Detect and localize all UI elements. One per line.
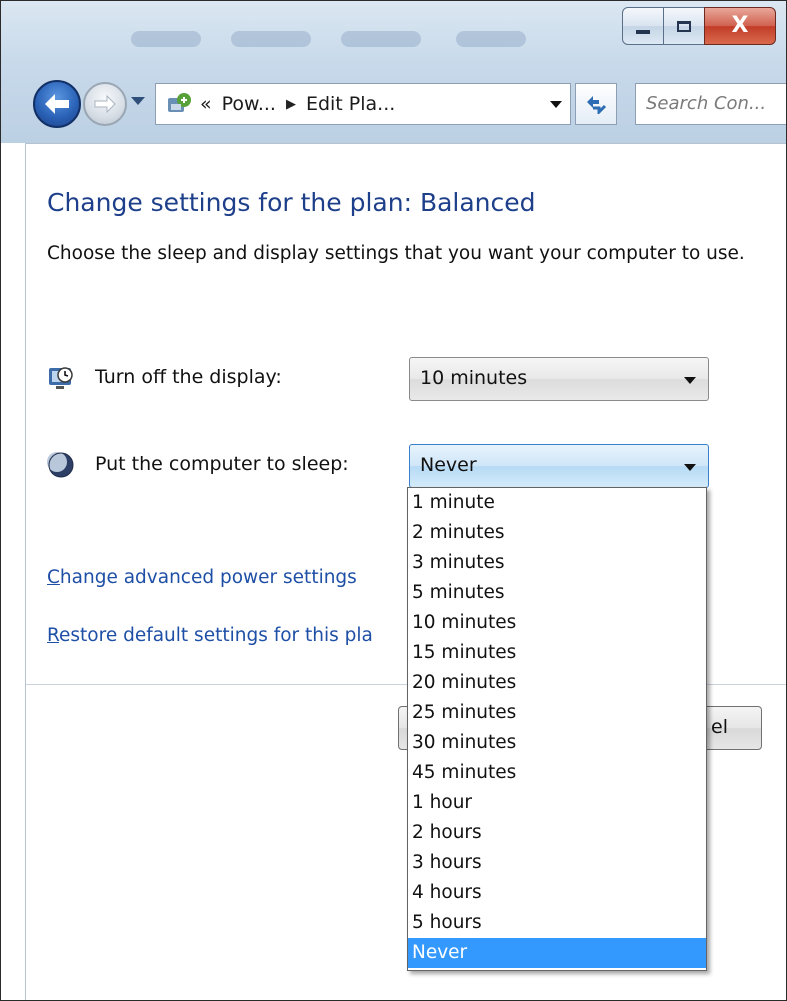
breadcrumb-edit-plan[interactable]: Edit Pla... [306, 93, 395, 115]
page-title: Change settings for the plan: Balanced [47, 188, 536, 217]
address-bar[interactable]: « Pow... ▶ Edit Pla... [155, 83, 571, 125]
dropdown-option[interactable]: 2 hours [408, 818, 706, 848]
back-button[interactable] [33, 80, 81, 128]
cancel-button-label: el [711, 716, 728, 738]
blurred-menu-item [231, 31, 311, 47]
change-advanced-power-settings-link[interactable]: Change advanced power settings [47, 567, 357, 588]
minimize-button[interactable] [622, 7, 664, 45]
sleep-timeout-dropdown-list[interactable]: 1 minute 2 minutes 3 minutes 5 minutes 1… [407, 487, 707, 971]
chevron-down-icon [684, 377, 696, 384]
dropdown-option[interactable]: 20 minutes [408, 668, 706, 698]
dropdown-option[interactable]: 15 minutes [408, 638, 706, 668]
close-icon: X [731, 13, 749, 38]
display-timeout-label: Turn off the display: [95, 366, 282, 388]
close-button[interactable]: X [704, 7, 776, 45]
back-arrow-icon [45, 94, 69, 114]
dropdown-option-selected[interactable]: Never [408, 938, 706, 968]
dropdown-option[interactable]: 1 minute [408, 488, 706, 518]
dropdown-option[interactable]: 3 minutes [408, 548, 706, 578]
sleep-timeout-select[interactable]: Never [409, 444, 709, 488]
dropdown-option[interactable]: 45 minutes [408, 758, 706, 788]
minimize-icon [636, 30, 650, 34]
maximize-button[interactable] [663, 7, 705, 45]
recent-pages-dropdown[interactable] [131, 97, 145, 105]
blurred-menu-item [341, 31, 421, 47]
maximize-icon [677, 20, 691, 32]
sleep-moon-icon [47, 452, 74, 478]
dropdown-option[interactable]: 4 hours [408, 878, 706, 908]
dropdown-option[interactable]: 25 minutes [408, 698, 706, 728]
sleep-timeout-label: Put the computer to sleep: [95, 453, 349, 475]
control-panel-window: X « Pow... ▶ Edit Pla... Search Con... C… [0, 0, 787, 1001]
caption-buttons: X [622, 7, 776, 47]
control-panel-icon [164, 89, 194, 119]
page-description: Choose the sleep and display settings th… [47, 243, 745, 264]
refresh-icon [587, 96, 607, 114]
forward-button[interactable] [83, 82, 127, 126]
search-input[interactable]: Search Con... [635, 83, 786, 125]
dropdown-option[interactable]: 2 minutes [408, 518, 706, 548]
address-dropdown-icon[interactable] [550, 101, 562, 108]
blurred-menu-item [456, 31, 526, 47]
display-timeout-value: 10 minutes [420, 367, 528, 389]
restore-default-settings-link[interactable]: Restore default settings for this pla [47, 625, 373, 646]
dropdown-option[interactable]: 5 minutes [408, 578, 706, 608]
display-timeout-select[interactable]: 10 minutes [409, 357, 709, 401]
refresh-button[interactable] [575, 83, 617, 125]
breadcrumb-power-options[interactable]: Pow... [222, 93, 276, 115]
dropdown-option[interactable]: 3 hours [408, 848, 706, 878]
forward-arrow-icon [94, 95, 116, 113]
blurred-menu-item [131, 31, 201, 47]
dropdown-option[interactable]: 1 hour [408, 788, 706, 818]
address-overflow-chevron[interactable]: « [200, 93, 212, 115]
breadcrumb-separator-icon[interactable]: ▶ [286, 97, 296, 112]
display-timer-icon [49, 367, 73, 389]
dropdown-option[interactable]: 30 minutes [408, 728, 706, 758]
dropdown-option[interactable]: 10 minutes [408, 608, 706, 638]
sleep-timeout-value: Never [420, 454, 477, 476]
dropdown-option[interactable]: 5 hours [408, 908, 706, 938]
chevron-down-icon [684, 464, 696, 471]
